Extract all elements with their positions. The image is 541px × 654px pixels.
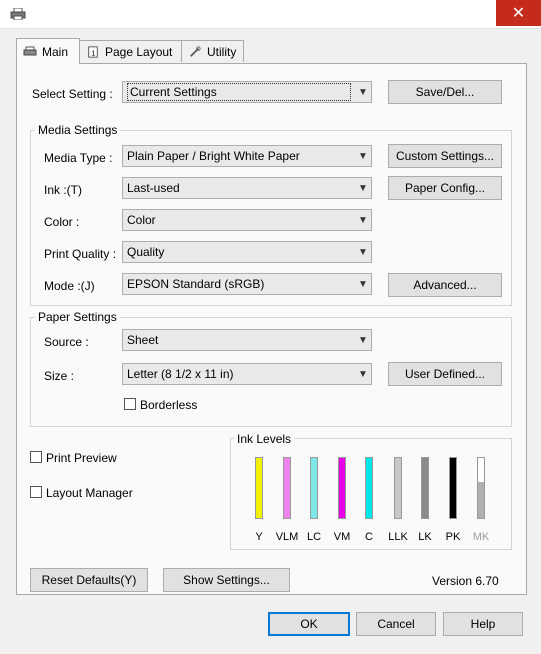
ink-fill-lc: [311, 458, 317, 518]
chevron-down-icon: ▼: [358, 182, 368, 194]
tab-page-layout-label: Page Layout: [105, 44, 173, 59]
close-icon: ✕: [511, 5, 526, 22]
ink-bar-vm: [338, 457, 346, 519]
ink-label-lk: LK: [418, 531, 432, 543]
source-dropdown[interactable]: Sheet ▼: [122, 329, 372, 351]
ink-label-llk: LLK: [388, 531, 408, 543]
page-layout-icon: 1: [88, 45, 98, 58]
color-label: Color :: [44, 215, 80, 229]
chevron-down-icon: ▼: [358, 86, 368, 98]
ink-bar-pk: [449, 457, 457, 519]
print-preview-label: Print Preview: [46, 451, 117, 465]
ink-bar-mk: [477, 457, 485, 519]
tab-main[interactable]: Main: [16, 38, 80, 64]
print-quality-dropdown[interactable]: Quality ▼: [122, 241, 372, 263]
ink-fill-mk: [478, 482, 484, 518]
color-dropdown[interactable]: Color ▼: [122, 209, 372, 231]
ink-bar-lk: [421, 457, 429, 519]
ink-label-mk: MK: [472, 531, 490, 543]
size-label: Size :: [44, 369, 75, 383]
chevron-down-icon: ▼: [358, 150, 368, 162]
chevron-down-icon: ▼: [358, 278, 368, 290]
ink-label-vm: VM: [333, 531, 351, 543]
ink-fill-lk: [422, 458, 428, 518]
print-preview-checkbox[interactable]: [30, 451, 42, 463]
ink-dropdown[interactable]: Last-used ▼: [122, 177, 372, 199]
ink-bar-c: [365, 457, 373, 519]
source-label: Source :: [44, 335, 89, 349]
ink-levels-title: Ink Levels: [234, 432, 295, 446]
ink-value: Last-used: [127, 181, 180, 195]
ink-bar-y: [255, 457, 263, 519]
tab-utility-label: Utility: [207, 44, 237, 59]
paper-config-button[interactable]: Paper Config...: [388, 176, 502, 200]
mode-value: EPSON Standard (sRGB): [127, 277, 265, 291]
ink-bar-llk: [394, 457, 402, 519]
source-value: Sheet: [127, 333, 159, 347]
close-button[interactable]: ✕: [496, 0, 541, 26]
ink-bar-lc: [310, 457, 318, 519]
version-label: Version 6.70: [432, 574, 499, 588]
chevron-down-icon: ▼: [358, 214, 368, 226]
printer-icon: [23, 46, 37, 55]
ink-bar-vlm: [283, 457, 291, 519]
custom-settings-button[interactable]: Custom Settings...: [388, 144, 502, 168]
chevron-down-icon: ▼: [358, 334, 368, 346]
ink-fill-vm: [339, 458, 345, 518]
ink-label-c: C: [365, 531, 373, 543]
wrench-icon: [190, 45, 201, 57]
mode-label: Mode :(J): [44, 279, 95, 293]
size-value: Letter (8 1/2 x 11 in): [127, 367, 234, 381]
ink-fill-vlm: [284, 458, 290, 518]
ink-label-pk: PK: [445, 531, 461, 543]
advanced-button[interactable]: Advanced...: [388, 273, 502, 297]
borderless-checkbox[interactable]: [124, 398, 136, 410]
color-value: Color: [127, 213, 156, 227]
print-quality-label: Print Quality :: [44, 247, 117, 261]
ink-fill-c: [366, 458, 372, 518]
title-bar: [0, 0, 541, 29]
chevron-down-icon: ▼: [358, 246, 368, 258]
ink-label: Ink :(T): [44, 183, 82, 197]
borderless-label: Borderless: [140, 398, 198, 412]
media-type-dropdown[interactable]: Plain Paper / Bright White Paper ▼: [122, 145, 372, 167]
svg-text:1: 1: [91, 48, 95, 57]
show-settings-button[interactable]: Show Settings...: [163, 568, 290, 592]
print-quality-value: Quality: [127, 245, 165, 259]
media-type-value: Plain Paper / Bright White Paper: [127, 149, 300, 163]
reset-defaults-button[interactable]: Reset Defaults(Y): [30, 568, 148, 592]
ink-fill-y: [256, 458, 262, 518]
user-defined-button[interactable]: User Defined...: [388, 362, 502, 386]
paper-settings-title: Paper Settings: [35, 310, 120, 324]
help-button[interactable]: Help: [443, 612, 523, 636]
select-setting-dropdown[interactable]: Current Settings ▼: [122, 81, 372, 103]
size-dropdown[interactable]: Letter (8 1/2 x 11 in) ▼: [122, 363, 372, 385]
select-setting-label: Select Setting :: [32, 87, 113, 101]
ok-button[interactable]: OK: [268, 612, 350, 636]
ink-fill-pk: [450, 458, 456, 518]
mode-dropdown[interactable]: EPSON Standard (sRGB) ▼: [122, 273, 372, 295]
tab-main-label: Main: [42, 44, 69, 59]
tab-utility[interactable]: Utility: [181, 40, 244, 62]
select-setting-value: Current Settings: [127, 83, 351, 101]
ink-label-y: Y: [255, 531, 263, 543]
media-settings-title: Media Settings: [35, 123, 121, 137]
ink-label-vlm: VLM: [275, 531, 299, 543]
ink-label-lc: LC: [306, 531, 322, 543]
tab-page-layout[interactable]: 1 Page Layout: [79, 40, 182, 62]
chevron-down-icon: ▼: [358, 368, 368, 380]
cancel-button[interactable]: Cancel: [356, 612, 436, 636]
layout-manager-checkbox[interactable]: [30, 486, 42, 498]
printer-icon: [10, 8, 26, 20]
layout-manager-label: Layout Manager: [46, 486, 133, 500]
media-type-label: Media Type :: [44, 151, 113, 165]
save-del-button[interactable]: Save/Del...: [388, 80, 502, 104]
ink-fill-llk: [395, 458, 401, 518]
